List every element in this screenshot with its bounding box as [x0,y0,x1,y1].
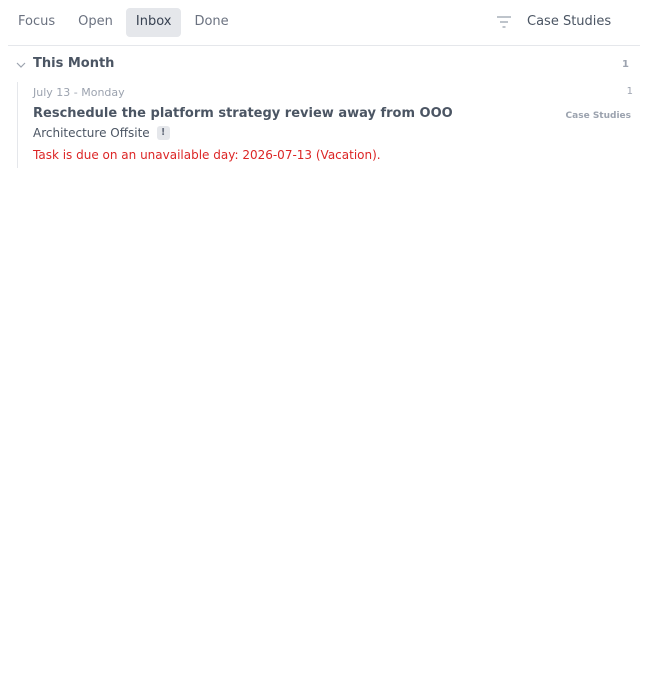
task-project-label: Case Studies [565,111,631,121]
day-label: July 13 - Monday [33,86,125,99]
day-section: July 13 - Monday 1 Reschedule the platfo… [17,82,634,168]
chevron-down-icon[interactable] [16,60,26,70]
task-warning: Task is due on an unavailable day: 2026-… [33,148,381,162]
day-count: 1 [626,86,633,97]
tab-done[interactable]: Done [184,8,238,37]
group-header-this-month: This Month 1 [8,52,632,78]
task-context: Architecture Offsite [33,126,150,140]
tab-focus[interactable]: Focus [8,8,65,37]
view-tabs: Focus Open Inbox Done [8,8,242,37]
task-title[interactable]: Reschedule the platform strategy review … [33,106,453,121]
project-filter-select[interactable]: Case Studies [527,8,611,36]
group-count: 1 [622,59,629,70]
tab-open[interactable]: Open [68,8,123,37]
filter-icon[interactable] [497,16,511,28]
top-toolbar: Focus Open Inbox Done Case Studies [8,0,640,46]
priority-badge: ! [156,126,170,140]
tab-inbox[interactable]: Inbox [125,8,182,37]
task-context-row: Architecture Offsite ! [33,126,170,140]
group-title: This Month [33,56,115,71]
